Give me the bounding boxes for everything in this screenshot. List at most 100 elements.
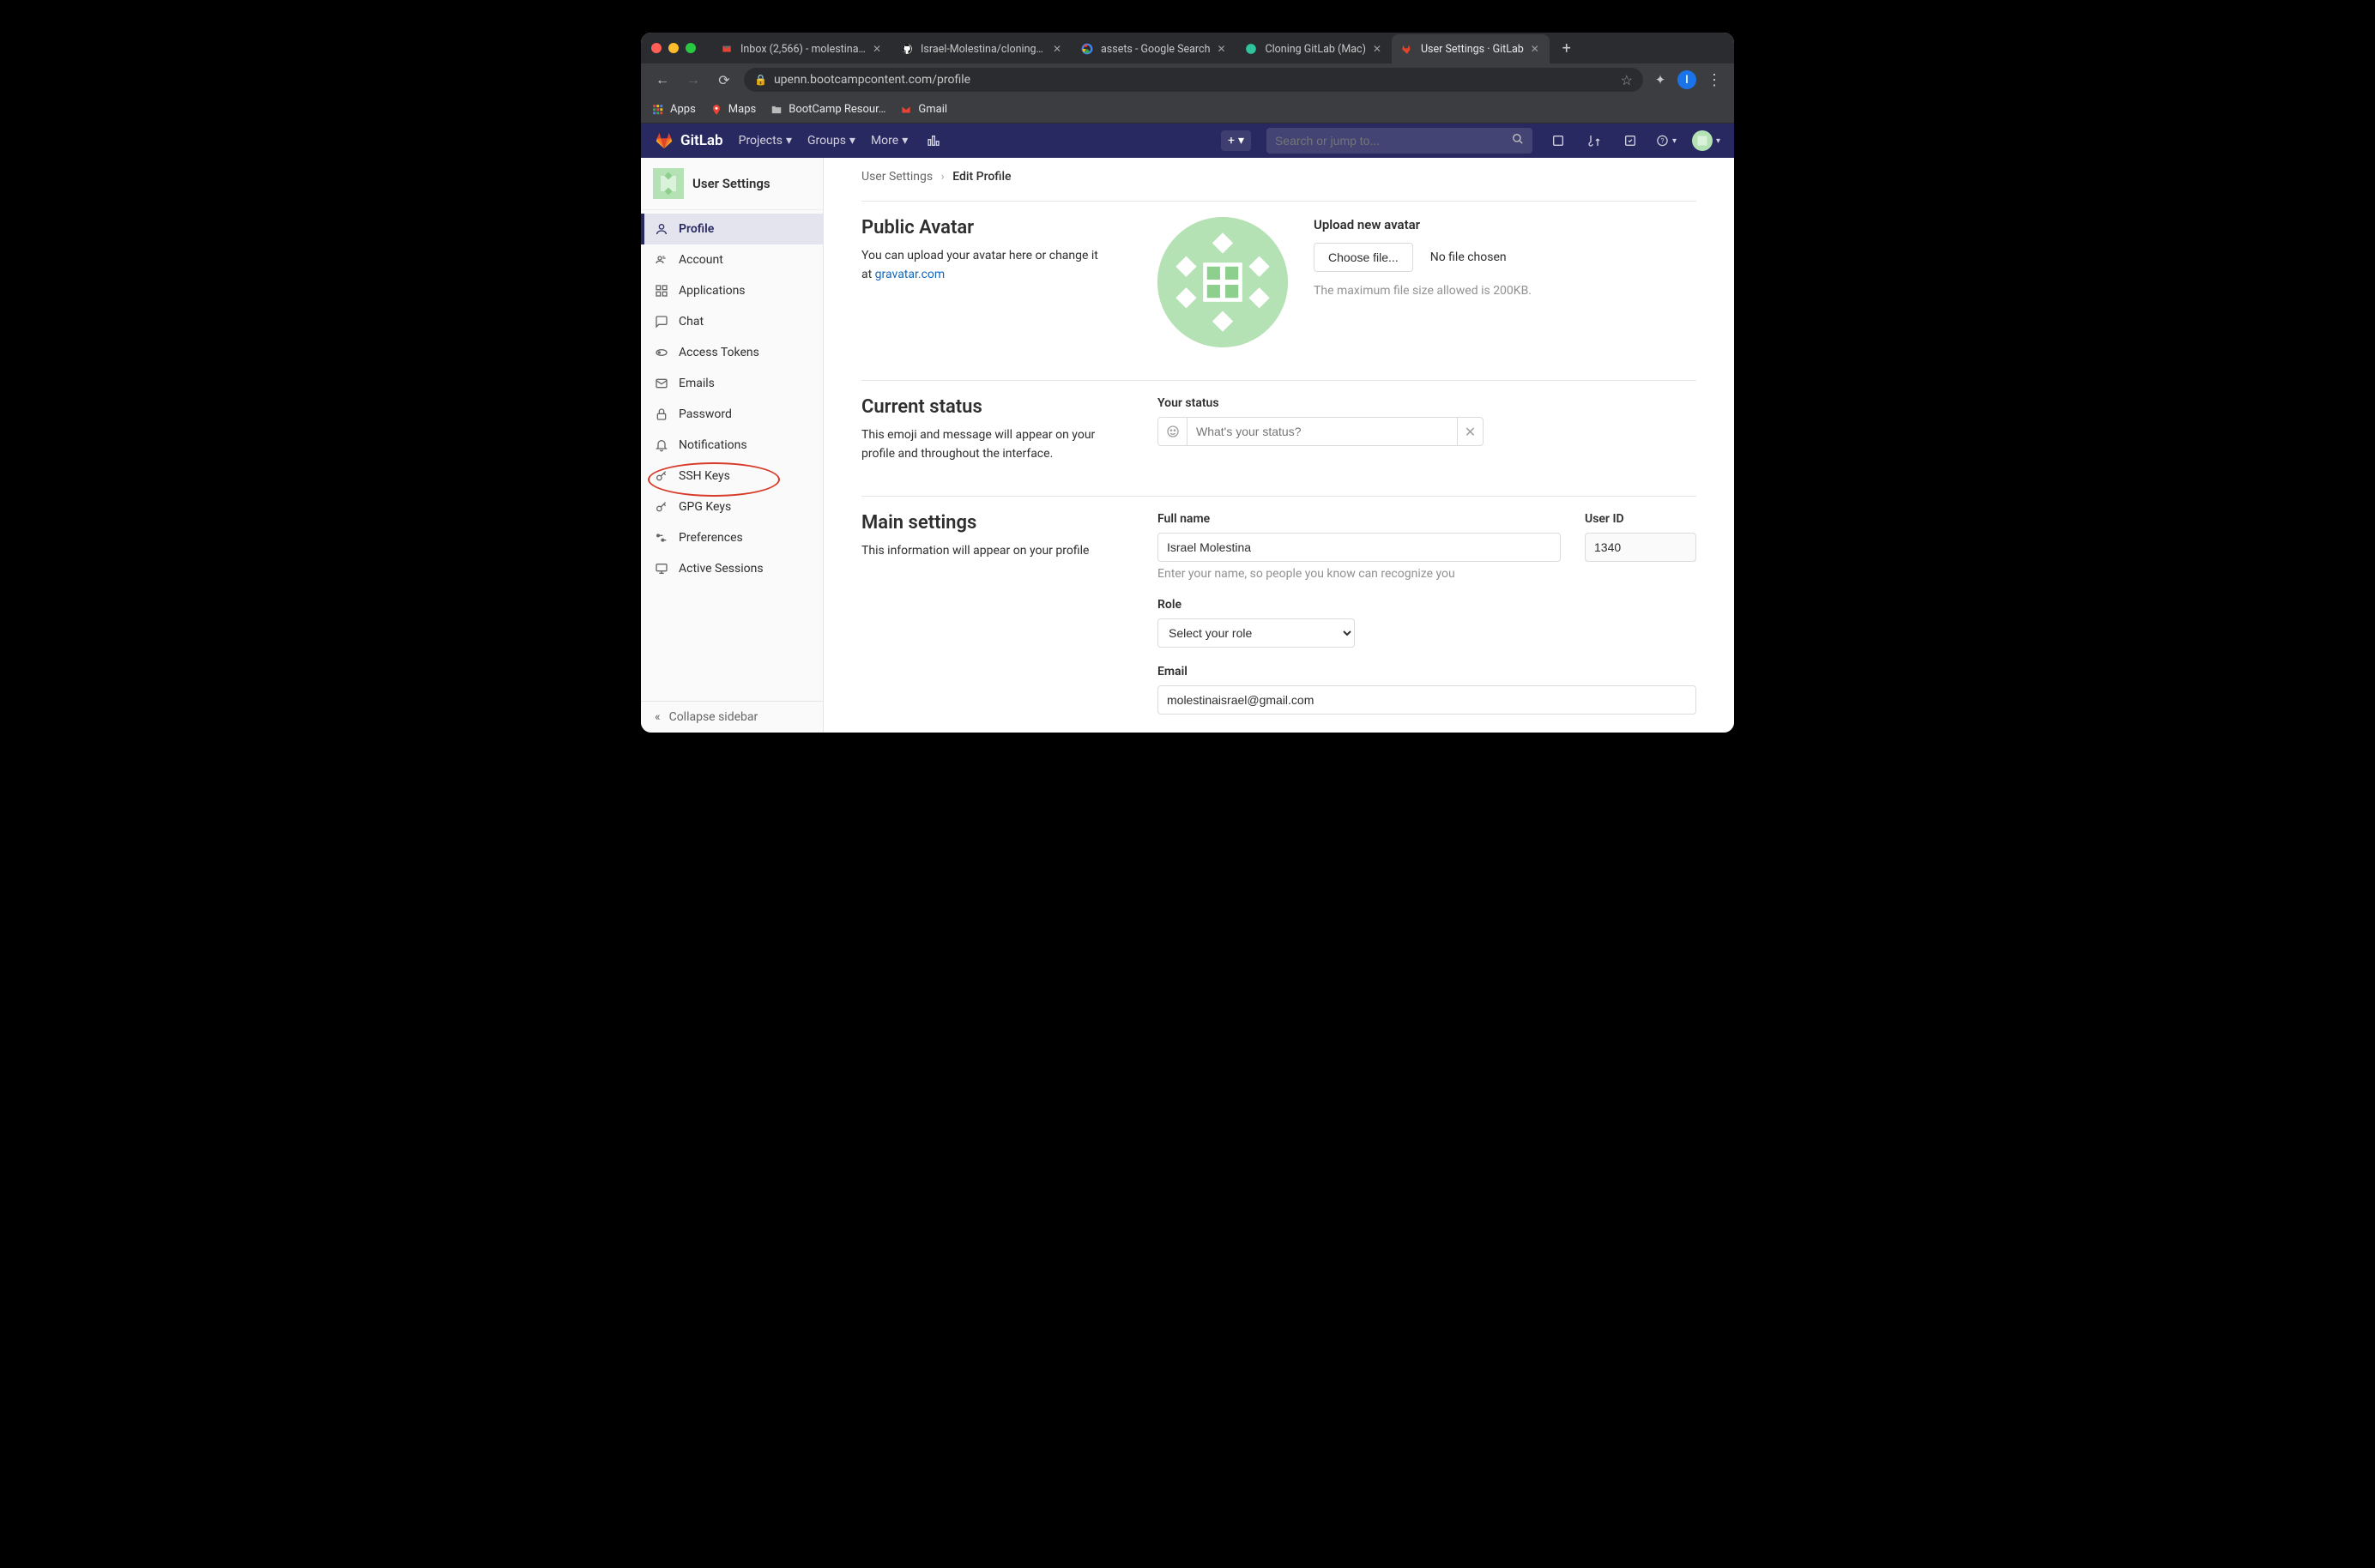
status-input-row: ✕ <box>1157 417 1484 446</box>
sidebar-header: User Settings <box>641 158 823 210</box>
chrome-menu-icon[interactable]: ⋮ <box>1705 71 1724 89</box>
public-avatar-section: Public Avatar You can upload your avatar… <box>861 201 1696 371</box>
forward-button[interactable]: → <box>682 69 704 91</box>
todos-icon[interactable] <box>1620 134 1641 148</box>
clear-status-button[interactable]: ✕ <box>1457 418 1483 445</box>
browser-tab[interactable]: Inbox (2,566) - molestinais ✕ <box>711 34 891 63</box>
close-tab-icon[interactable]: ✕ <box>1215 43 1227 55</box>
activity-icon[interactable] <box>923 134 944 148</box>
choose-file-button[interactable]: Choose file... <box>1314 243 1413 272</box>
sidebar-item-profile[interactable]: Profile <box>641 214 823 244</box>
status-input[interactable] <box>1188 418 1458 445</box>
main-settings-section: Main settings This information will appe… <box>861 496 1696 733</box>
browser-tab-active[interactable]: User Settings · GitLab ✕ <box>1392 34 1550 63</box>
sidebar-item-preferences[interactable]: Preferences <box>641 522 823 553</box>
sidebar-item-label: Applications <box>679 284 746 298</box>
gitlab-tanuki-icon <box>655 131 674 150</box>
sidebar-item-account[interactable]: Account <box>641 244 823 275</box>
sidebar-item-applications[interactable]: Applications <box>641 275 823 306</box>
sidebar-item-label: Active Sessions <box>679 562 764 576</box>
search-icon <box>1512 133 1524 148</box>
emoji-picker-button[interactable] <box>1158 418 1188 445</box>
nav-projects[interactable]: Projects▾ <box>739 134 792 148</box>
sidebar-item-password[interactable]: Password <box>641 399 823 430</box>
fullname-input[interactable] <box>1157 533 1561 562</box>
nav-groups[interactable]: Groups▾ <box>807 134 855 148</box>
section-title: Current status <box>861 396 1106 418</box>
bookmark-gmail[interactable]: Gmail <box>899 103 947 117</box>
fullname-hint: Enter your name, so people you know can … <box>1157 567 1561 581</box>
breadcrumb-current: Edit Profile <box>952 170 1011 184</box>
browser-window: Inbox (2,566) - molestinais ✕ Israel-Mol… <box>641 33 1734 733</box>
close-tab-icon[interactable]: ✕ <box>1529 43 1541 55</box>
browser-tab[interactable]: assets - Google Search ✕ <box>1072 34 1236 63</box>
sidebar-item-active-sessions[interactable]: Active Sessions <box>641 553 823 584</box>
minimize-window-icon[interactable] <box>668 43 679 53</box>
new-dropdown-button[interactable]: +▾ <box>1221 130 1251 151</box>
current-avatar <box>1157 217 1288 347</box>
close-tab-icon[interactable]: ✕ <box>871 43 883 55</box>
bookmark-star-icon[interactable]: ☆ <box>1621 72 1633 88</box>
sidebar: User Settings Profile Account Applicatio… <box>641 158 824 733</box>
extensions-icon[interactable]: ✦ <box>1652 71 1669 88</box>
sidebar-item-chat[interactable]: Chat <box>641 306 823 337</box>
search-box[interactable] <box>1266 128 1532 154</box>
issues-icon[interactable] <box>1548 134 1568 148</box>
tab-title: User Settings · GitLab <box>1421 43 1524 56</box>
breadcrumb-root[interactable]: User Settings <box>861 170 933 184</box>
new-tab-button[interactable]: + <box>1555 36 1579 60</box>
bookmark-apps[interactable]: Apps <box>651 103 696 117</box>
sidebar-item-access-tokens[interactable]: Access Tokens <box>641 337 823 368</box>
close-window-icon[interactable] <box>651 43 662 53</box>
gravatar-link[interactable]: gravatar.com <box>875 268 946 281</box>
sidebar-item-notifications[interactable]: Notifications <box>641 430 823 461</box>
sidebar-avatar-icon <box>653 168 684 199</box>
section-description: Main settings This information will appe… <box>861 512 1106 732</box>
close-tab-icon[interactable]: ✕ <box>1371 43 1383 55</box>
user-menu[interactable]: ▾ <box>1692 130 1720 151</box>
collapse-sidebar-button[interactable]: « Collapse sidebar <box>641 701 823 733</box>
sidebar-item-ssh-keys[interactable]: SSH Keys <box>641 461 823 492</box>
chevron-right-icon: › <box>941 170 945 184</box>
section-description: Public Avatar You can upload your avatar… <box>861 217 1106 347</box>
monitor-icon <box>655 562 668 576</box>
search-input[interactable] <box>1275 134 1505 148</box>
maximize-window-icon[interactable] <box>686 43 696 53</box>
chevron-down-icon: ▾ <box>786 134 792 148</box>
back-button[interactable]: ← <box>651 69 674 91</box>
browser-tab[interactable]: Israel-Molestina/cloning-gi ✕ <box>891 34 1072 63</box>
email-input[interactable] <box>1157 685 1696 715</box>
reload-button[interactable]: ⟳ <box>713 69 735 91</box>
chevron-double-left-icon: « <box>655 710 661 724</box>
tab-title: assets - Google Search <box>1101 43 1210 56</box>
merge-requests-icon[interactable] <box>1584 134 1604 148</box>
lock-icon: 🔒 <box>754 74 767 86</box>
gitlab-brand-text: GitLab <box>680 132 723 149</box>
help-icon[interactable]: ?▾ <box>1656 134 1677 148</box>
fullname-label: Full name <box>1157 512 1561 526</box>
sidebar-item-emails[interactable]: Emails <box>641 368 823 399</box>
gitlab-logo[interactable]: GitLab <box>655 131 723 150</box>
sidebar-item-gpg-keys[interactable]: GPG Keys <box>641 492 823 522</box>
tab-row: Inbox (2,566) - molestinais ✕ Israel-Mol… <box>641 33 1734 63</box>
chevron-down-icon: ▾ <box>849 134 855 148</box>
gmail-favicon-icon <box>720 42 734 56</box>
main-settings-form: Full name Enter your name, so people you… <box>1157 512 1696 732</box>
role-select[interactable]: Select your role <box>1157 618 1355 648</box>
nav-more[interactable]: More▾ <box>871 134 908 148</box>
chevron-down-icon: ▾ <box>1672 136 1677 146</box>
close-tab-icon[interactable]: ✕ <box>1051 43 1063 55</box>
bookmark-maps[interactable]: Maps <box>710 103 756 117</box>
sliders-icon <box>655 531 668 545</box>
status-form: Your status ✕ <box>1157 396 1696 463</box>
section-title: Main settings <box>861 512 1106 534</box>
browser-tab[interactable]: Cloning GitLab (Mac) ✕ <box>1236 34 1391 63</box>
plus-icon: + <box>1228 134 1235 148</box>
address-bar[interactable]: 🔒 upenn.bootcampcontent.com/profile ☆ <box>744 68 1643 92</box>
profile-avatar-icon[interactable]: I <box>1677 70 1696 89</box>
key-icon <box>655 469 668 483</box>
gitlab-favicon-icon <box>1400 42 1414 56</box>
sidebar-item-label: Access Tokens <box>679 346 759 359</box>
bookmark-folder[interactable]: BootCamp Resour… <box>770 103 885 117</box>
sidebar-item-label: SSH Keys <box>679 469 730 483</box>
